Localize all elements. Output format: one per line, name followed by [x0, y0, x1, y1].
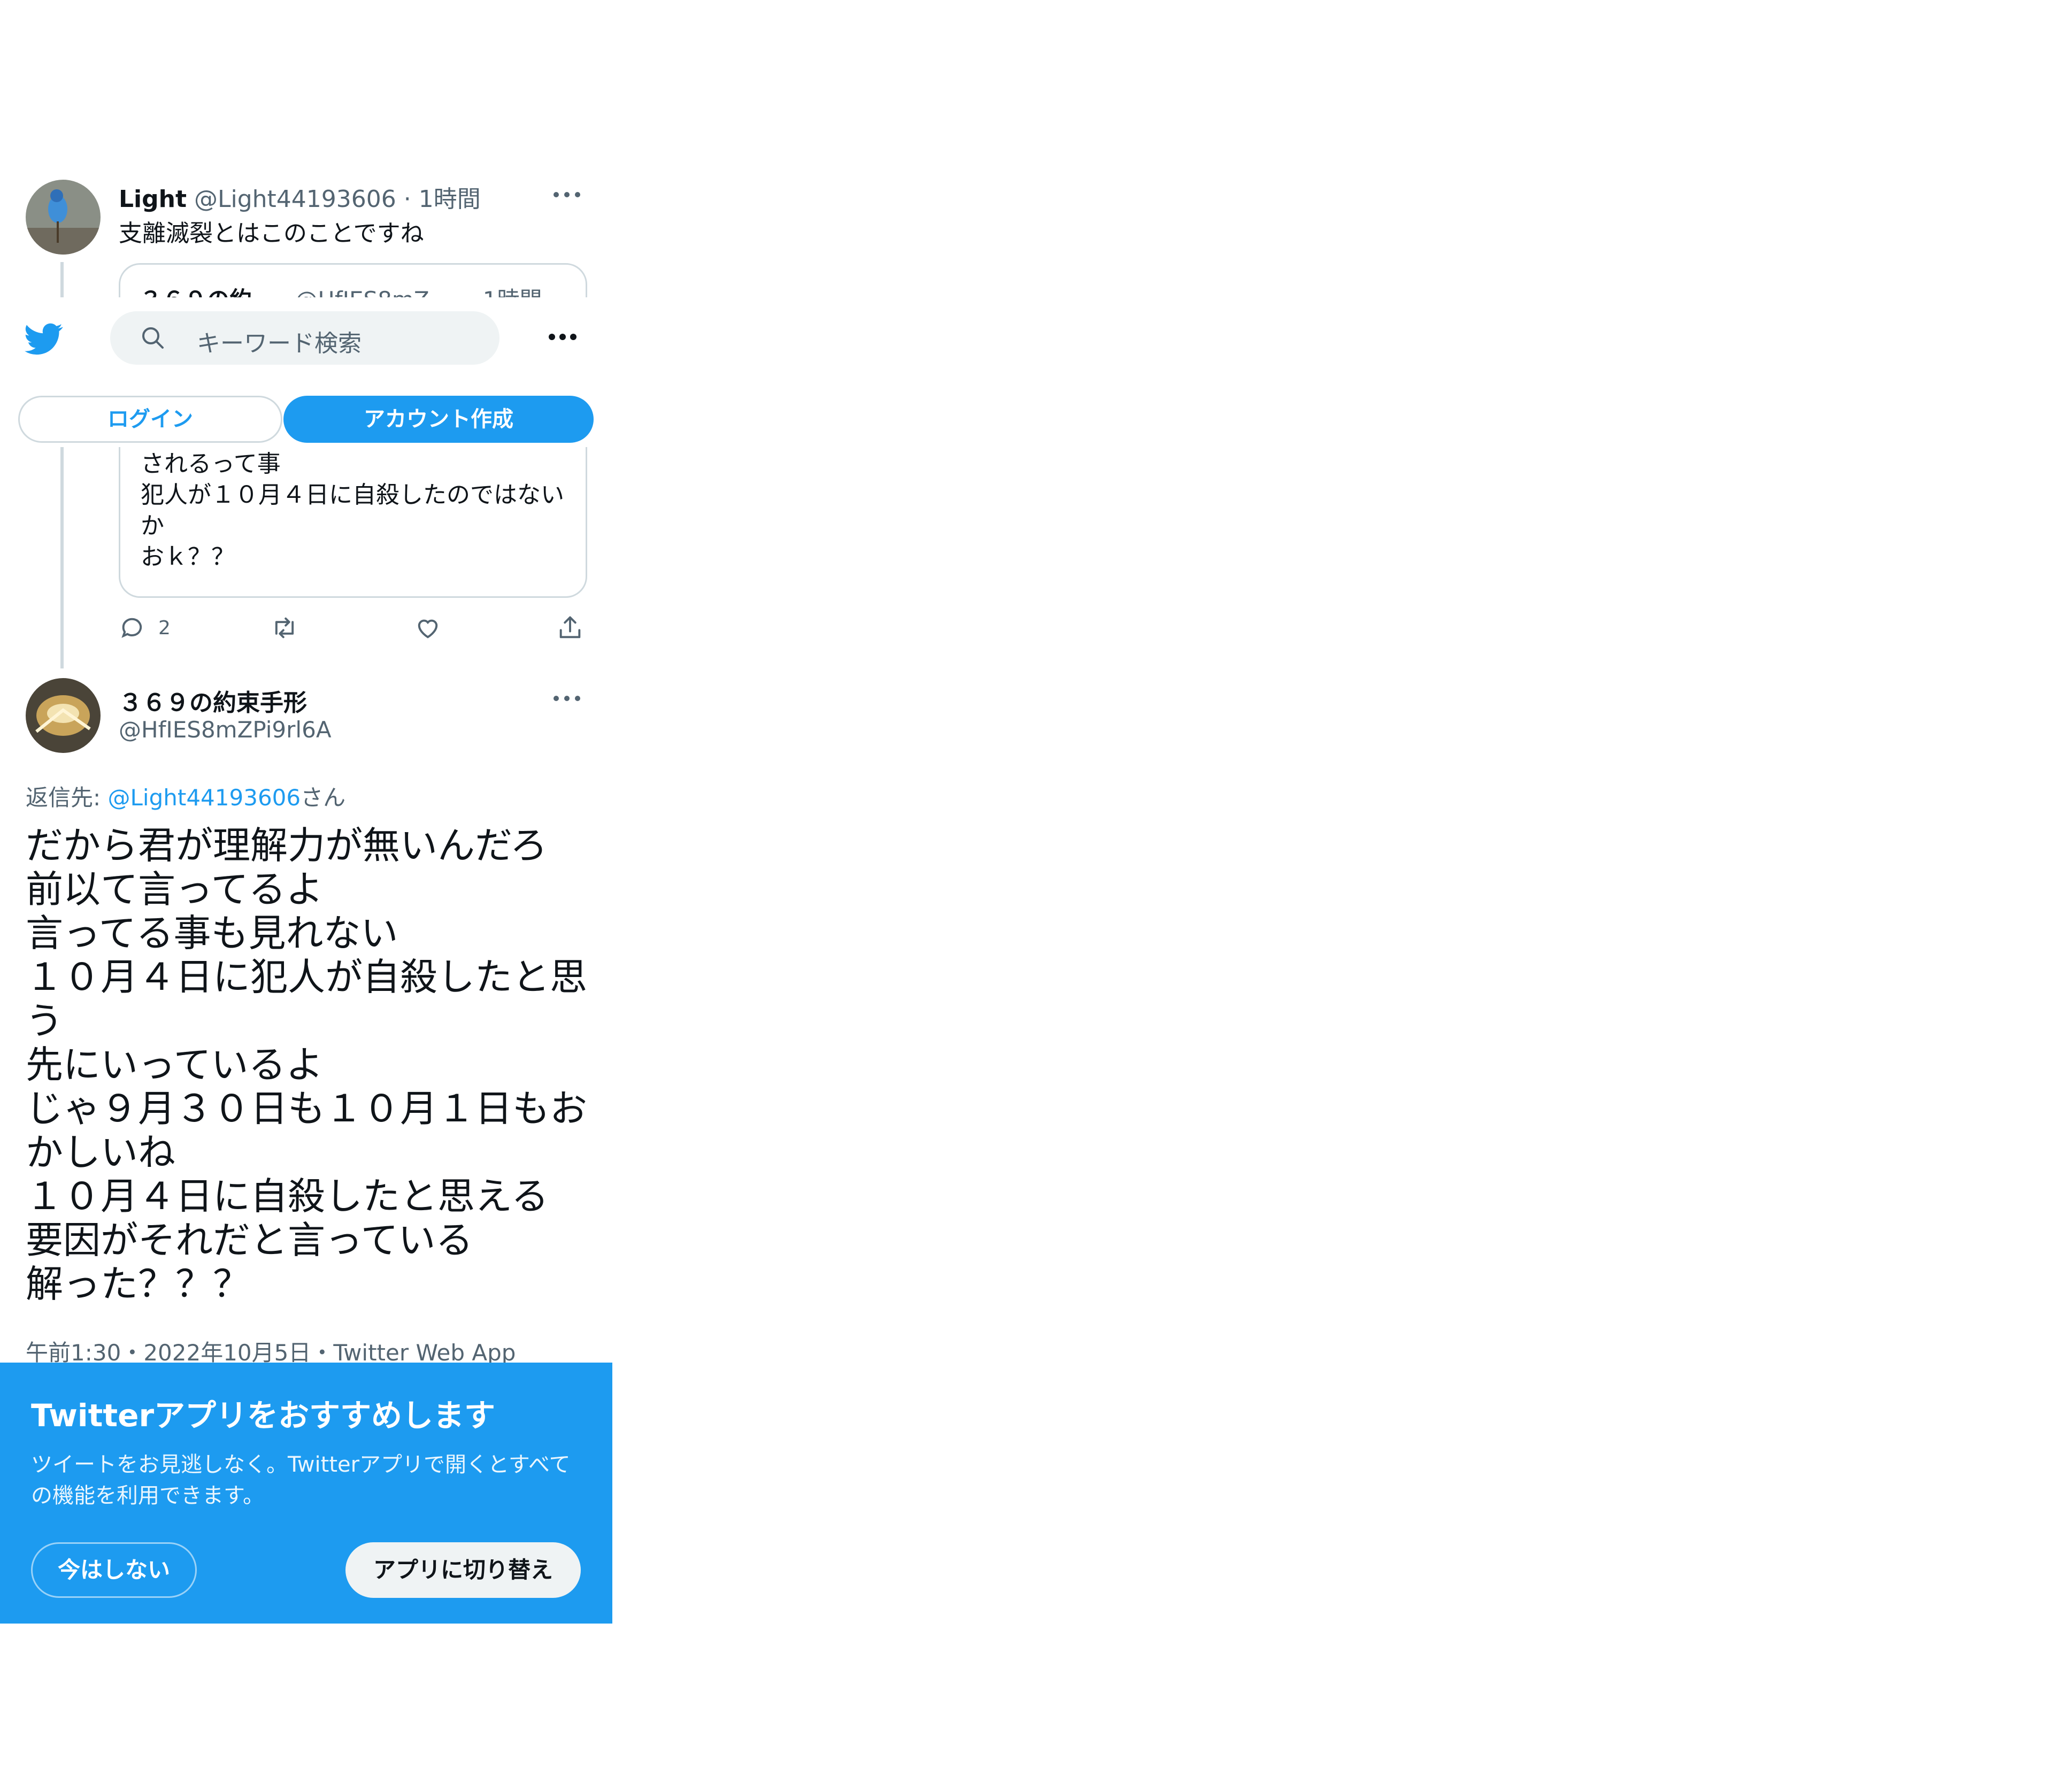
like-icon [418, 619, 438, 639]
search-input[interactable]: キーワード検索 [110, 311, 499, 365]
twitter-bird-icon[interactable] [25, 320, 63, 358]
login-button[interactable]: ログイン [18, 396, 282, 443]
avatar-369-image [26, 678, 101, 753]
reply-separator: · [403, 186, 411, 213]
reply-time[interactable]: 1時間 [419, 186, 481, 213]
header-more-icon[interactable] [547, 332, 579, 342]
reply-to-suffix: さん [301, 785, 346, 811]
main-tweet-text: だから君が理解力が無いんだろ 前以て言ってるよ 言ってる事も見れない １０月４日… [26, 824, 587, 1306]
reply-to-line: 返信先: @Light44193606さん [26, 780, 345, 812]
avatar-369[interactable] [26, 678, 101, 753]
reply-action[interactable]: 2 [119, 612, 171, 644]
quote-line-1: されるって事 [141, 450, 281, 478]
avatar-light-image [26, 180, 101, 255]
search-placeholder: キーワード検索 [197, 330, 362, 357]
quote-line-3: か [141, 512, 164, 540]
reply-to-label: 返信先: [26, 785, 108, 811]
reply-tweet-header: Light @Light44193606 · 1時間 [119, 180, 481, 214]
banner-title: Twitterアプリをおすすめします [31, 1397, 496, 1434]
main-more-icon[interactable] [551, 693, 583, 704]
not-now-button[interactable]: 今はしない [31, 1542, 197, 1598]
reply-count: 2 [158, 617, 171, 639]
share-action[interactable] [556, 612, 584, 644]
reply-display-name[interactable]: Light [119, 186, 187, 213]
app-promo-banner: Twitterアプリをおすすめします ツイートをお見逃しなく。Twitterアプ… [0, 1363, 612, 1624]
avatar-light[interactable] [26, 180, 101, 255]
main-display-name[interactable]: ３６９の約束手形 [119, 683, 307, 718]
reply-handle[interactable]: @Light44193606 [194, 186, 396, 213]
like-action[interactable] [414, 612, 442, 644]
main-handle[interactable]: @HfIES8mZPi9rl6A [119, 717, 332, 743]
banner-body: ツイートをお見逃しなく。Twitterアプリで開くとすべての機能を利用できます。 [31, 1452, 571, 1508]
reply-tweet-text: 支離滅裂とはこのことですね [119, 220, 424, 247]
signup-button[interactable]: アカウント作成 [283, 396, 594, 443]
retweet-icon [275, 617, 294, 639]
share-icon [559, 616, 581, 639]
quote-line-2: 犯人が１０月４日に自殺したのではない [141, 481, 564, 509]
reply-to-handle[interactable]: @Light44193606 [108, 785, 301, 811]
retweet-action[interactable] [271, 612, 298, 644]
switch-to-app-button[interactable]: アプリに切り替え [345, 1542, 581, 1598]
more-icon[interactable] [551, 189, 583, 200]
search-icon [142, 327, 164, 349]
quote-line-4: おｋ？？ [141, 543, 235, 571]
reply-icon [121, 618, 142, 638]
twitter-mobile-view: Light @Light44193606 · 1時間 支離滅裂とはこのことですね… [0, 0, 612, 1792]
